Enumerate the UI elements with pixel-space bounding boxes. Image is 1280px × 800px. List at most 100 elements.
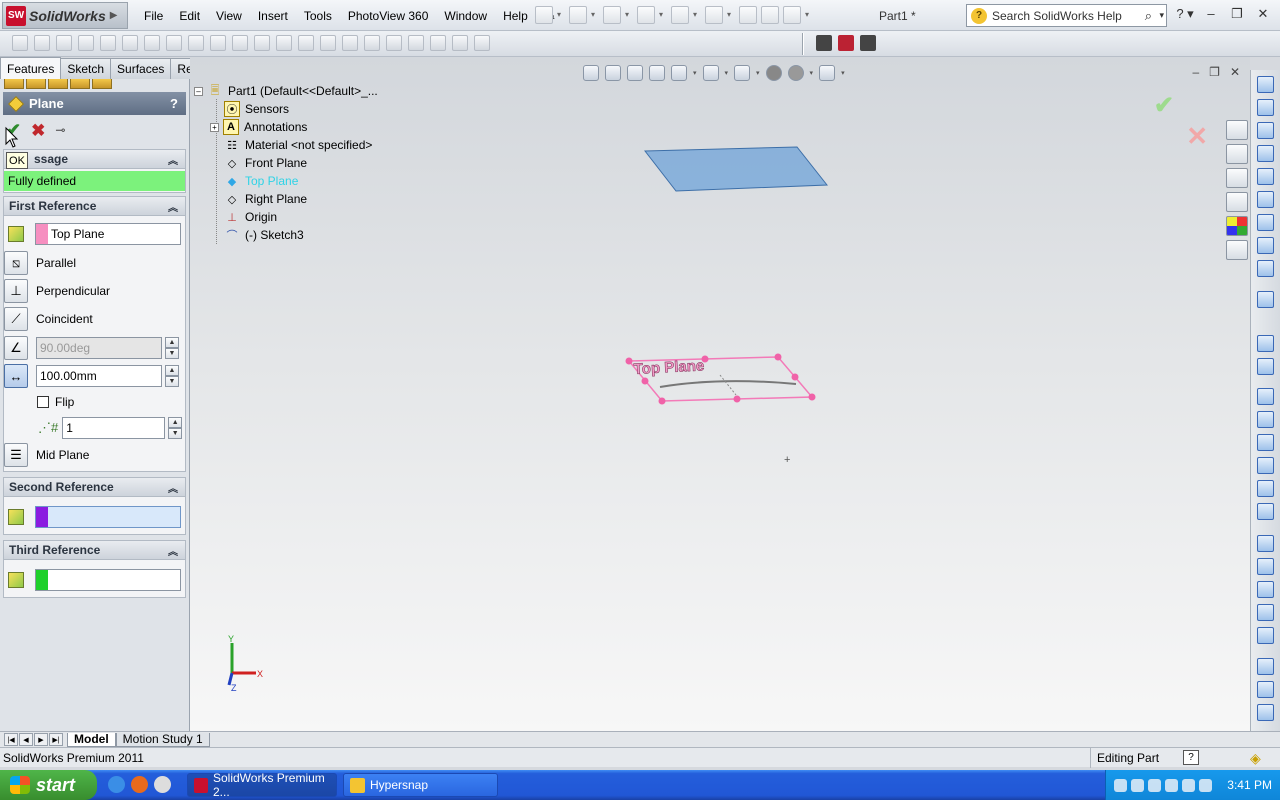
first-tab-icon[interactable]: |◀: [4, 733, 18, 746]
flip-checkbox[interactable]: [37, 396, 49, 408]
close-icon[interactable]: ✕: [1254, 6, 1272, 22]
solidworks-resources-icon[interactable]: [1226, 120, 1248, 140]
minimize-icon[interactable]: –: [1202, 6, 1220, 22]
wrap-icon[interactable]: [364, 35, 380, 51]
undo-icon[interactable]: [671, 6, 689, 24]
search-icon[interactable]: ⌕: [1145, 8, 1152, 24]
rib-icon[interactable]: [298, 35, 314, 51]
bluetooth-icon[interactable]: [1182, 778, 1195, 792]
distance-icon[interactable]: ↔: [4, 364, 28, 388]
extrude-icon[interactable]: [12, 35, 28, 51]
options-dropdown-icon[interactable]: ▾: [805, 6, 813, 24]
loft-icon[interactable]: [78, 35, 94, 51]
shell-icon[interactable]: [342, 35, 358, 51]
perpendicular-icon[interactable]: ⊥: [4, 279, 28, 303]
pushpin-icon[interactable]: ⊸: [55, 123, 65, 137]
dome-icon[interactable]: [386, 35, 402, 51]
menu-file[interactable]: File: [136, 9, 171, 23]
configuration-manager-tab-icon[interactable]: [48, 79, 68, 89]
sketch-tool-icon[interactable]: [1257, 335, 1274, 352]
sweep-icon[interactable]: [56, 35, 72, 51]
search-dropdown-icon[interactable]: ▾: [1159, 10, 1164, 21]
tab-features[interactable]: Features: [0, 57, 62, 79]
options-icon[interactable]: [783, 6, 801, 24]
flip-row[interactable]: Flip: [37, 395, 74, 409]
coincident-option[interactable]: ⟋ Coincident: [4, 307, 93, 331]
help-dropdown-icon[interactable]: ? ▾: [1176, 6, 1194, 22]
print-icon[interactable]: [637, 6, 655, 24]
open-dropdown-icon[interactable]: ▾: [591, 6, 599, 24]
design-library-icon[interactable]: [1226, 144, 1248, 164]
distance-input[interactable]: 100.00mm: [36, 365, 162, 387]
cut-revolve-icon[interactable]: [166, 35, 182, 51]
first-reference-selection[interactable]: Top Plane: [35, 223, 181, 245]
select-icon[interactable]: [705, 6, 723, 24]
coincident-icon[interactable]: ⟋: [4, 307, 28, 331]
firefox-icon[interactable]: [131, 776, 148, 793]
left-view-icon[interactable]: [1257, 122, 1274, 139]
menu-help[interactable]: Help: [495, 9, 536, 23]
dimxpert-tab-icon[interactable]: [70, 79, 90, 89]
shadows-icon[interactable]: [1257, 658, 1274, 675]
hidden-lines-removed-icon[interactable]: [1257, 581, 1274, 598]
camera-icon[interactable]: [816, 35, 832, 51]
mid-plane-option[interactable]: ☰ Mid Plane: [4, 443, 89, 467]
start-button[interactable]: start: [0, 770, 97, 800]
third-reference-selection[interactable]: [35, 569, 181, 591]
revolve-icon[interactable]: [34, 35, 50, 51]
reference-geometry-icon[interactable]: [430, 35, 446, 51]
collapse-icon[interactable]: ︽: [168, 543, 178, 558]
feature-manager-tab-icon[interactable]: [4, 79, 24, 89]
prev-tab-icon[interactable]: ◀: [19, 733, 33, 746]
perspective-icon[interactable]: [1257, 681, 1274, 698]
third-reference-header[interactable]: Third Reference ︽: [4, 541, 185, 560]
appearances-icon[interactable]: [1226, 216, 1248, 236]
collapse-icon[interactable]: ︽: [168, 199, 178, 214]
power-icon[interactable]: [1199, 778, 1212, 792]
file-explorer-icon[interactable]: [1226, 168, 1248, 188]
rebuild-tag-icon[interactable]: ◈: [1250, 750, 1261, 767]
distance-spinner[interactable]: ▲ ▼: [165, 365, 179, 387]
parallel-icon[interactable]: ⧅: [4, 251, 28, 275]
hidden-lines-visible-icon[interactable]: [1257, 558, 1274, 575]
second-reference-header[interactable]: Second Reference ︽: [4, 478, 185, 497]
taskbar-hypersnap[interactable]: Hypersnap: [343, 773, 498, 797]
render-options-icon[interactable]: [860, 35, 876, 51]
media-player-icon[interactable]: [154, 776, 171, 793]
model-view[interactable]: Top Plane +: [190, 57, 1250, 731]
menu-tools[interactable]: Tools: [296, 9, 340, 23]
bottom-view-icon[interactable]: [1257, 191, 1274, 208]
print-dropdown-icon[interactable]: ▾: [659, 6, 667, 24]
message-header[interactable]: ssage ︽: [4, 150, 185, 169]
new-document-icon[interactable]: [535, 6, 553, 24]
volume-icon[interactable]: [1165, 778, 1178, 792]
tray-arrow-icon[interactable]: [1114, 778, 1127, 792]
custom-properties-icon[interactable]: [1226, 240, 1248, 260]
view-palette-icon[interactable]: [1226, 192, 1248, 212]
pan-icon[interactable]: [1257, 503, 1274, 520]
network-icon[interactable]: [1131, 778, 1144, 792]
fillet-icon[interactable]: [232, 35, 248, 51]
chamfer-icon[interactable]: [254, 35, 270, 51]
angle-spinner[interactable]: ▲ ▼: [165, 337, 179, 359]
internet-explorer-icon[interactable]: [108, 776, 125, 793]
restore-icon[interactable]: ❐: [1228, 6, 1246, 22]
mirror-icon[interactable]: [408, 35, 424, 51]
clock[interactable]: 3:41 PM: [1227, 778, 1272, 792]
right-view-icon[interactable]: [1257, 145, 1274, 162]
second-reference-selection[interactable]: [35, 506, 181, 528]
menu-edit[interactable]: Edit: [171, 9, 208, 23]
status-help-icon[interactable]: ?: [1183, 750, 1199, 765]
render-icon[interactable]: [838, 35, 854, 51]
smart-dimension-icon[interactable]: [1257, 358, 1274, 375]
cartoon-icon[interactable]: [1257, 704, 1274, 721]
menu-insert[interactable]: Insert: [250, 9, 296, 23]
shaded-with-edges-icon[interactable]: [1257, 604, 1274, 621]
instances-input[interactable]: 1: [62, 417, 166, 439]
menu-window[interactable]: Window: [436, 9, 495, 23]
file-properties-icon[interactable]: [761, 6, 779, 24]
tab-sketch[interactable]: Sketch: [60, 58, 112, 79]
first-reference-header[interactable]: First Reference ︽: [4, 197, 185, 216]
solidworks-logo[interactable]: SW SolidWorks ▶: [2, 2, 128, 29]
normal-to-icon[interactable]: [1257, 291, 1274, 308]
